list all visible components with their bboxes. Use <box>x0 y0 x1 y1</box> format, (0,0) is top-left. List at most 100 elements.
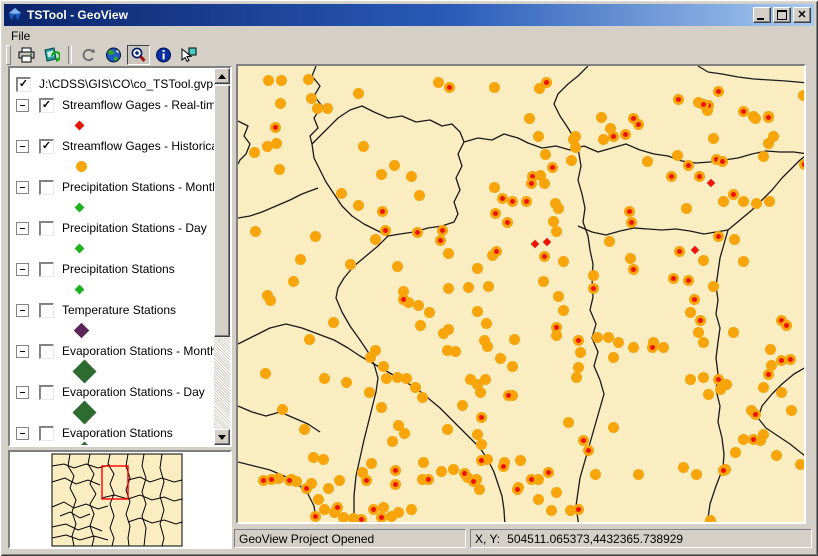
gage-historical-dot <box>447 463 459 475</box>
gage-realtime-dot <box>475 454 487 466</box>
realtime-center-dot <box>492 210 498 216</box>
toolbar-grip[interactable] <box>6 45 11 65</box>
realtime-center-dot <box>509 198 515 204</box>
layer-row: Evaporation Stations - Day <box>10 382 214 402</box>
gage-realtime-dot <box>265 473 277 485</box>
gage-historical-dot <box>749 112 761 124</box>
realtime-center-dot <box>370 506 376 512</box>
layer-label[interactable]: Evaporation Stations <box>62 426 173 440</box>
scroll-down-button[interactable] <box>214 429 230 445</box>
printer-icon <box>18 47 35 63</box>
map-canvas[interactable] <box>238 66 804 522</box>
gage-historical-dot <box>462 281 474 293</box>
gage-realtime-dot <box>389 478 401 490</box>
layer-checkbox[interactable] <box>39 261 54 277</box>
layer-label[interactable]: Precipitation Stations <box>62 262 175 276</box>
layer-checkbox[interactable] <box>39 220 54 236</box>
gage-historical-dot <box>589 468 601 480</box>
collapse-icon[interactable] <box>16 221 29 235</box>
realtime-center-dot <box>478 457 484 463</box>
minimize-button[interactable] <box>753 7 771 23</box>
zoom-to-extent-button[interactable] <box>102 45 125 65</box>
gage-historical-dot <box>603 235 615 247</box>
gage-historical-dot <box>471 262 483 274</box>
gage-realtime-dot <box>737 105 749 117</box>
gage-historical-dot <box>763 195 775 207</box>
gage-historical-dot <box>414 319 426 331</box>
project-label[interactable]: J:\CDSS\GIS\CO\co_TSTool.gvp <box>39 77 213 91</box>
gage-historical-dot <box>532 130 544 142</box>
gage-historical-dot <box>737 433 749 445</box>
layer-label[interactable]: Temperature Stations <box>62 303 176 317</box>
gage-historical-dot <box>311 102 323 114</box>
layer-label[interactable]: Precipitation Stations - Day <box>62 221 207 235</box>
collapse-icon[interactable] <box>16 262 29 276</box>
realtime-center-dot <box>439 227 445 233</box>
gage-historical-dot <box>352 199 364 211</box>
gage-historical-dot <box>775 386 787 398</box>
layer-checkbox[interactable]: ✓ <box>16 76 31 92</box>
collapse-icon[interactable] <box>16 385 29 399</box>
layer-checkbox[interactable]: ✓ <box>39 138 54 154</box>
menu-file[interactable]: File <box>4 27 37 45</box>
gage-realtime-dot <box>747 433 759 445</box>
collapse-icon[interactable] <box>16 180 29 194</box>
gage-realtime-dot <box>798 158 804 170</box>
maximize-button[interactable] <box>773 7 791 23</box>
layer-checkbox[interactable] <box>39 179 54 195</box>
save-button[interactable] <box>40 45 63 65</box>
gage-realtime-dot <box>490 245 502 257</box>
gage-historical-dot <box>307 451 319 463</box>
realtime-center-dot <box>668 173 674 179</box>
layer-checkbox[interactable] <box>39 343 54 359</box>
collapse-icon[interactable] <box>16 98 29 112</box>
select-mode-button[interactable] <box>177 45 200 65</box>
info-mode-button[interactable] <box>152 45 175 65</box>
pointer-select-icon <box>181 47 197 63</box>
layer-label[interactable]: Streamflow Gages - Historical <box>62 139 214 153</box>
refresh-icon <box>82 48 96 62</box>
collapse-icon[interactable] <box>16 426 29 440</box>
globe-icon <box>106 47 121 63</box>
realtime-center-dot <box>505 392 511 398</box>
status-message: GeoView Project Opened <box>234 529 466 548</box>
realtime-center-dot <box>312 513 318 519</box>
layer-row: Precipitation Stations - Month <box>10 177 214 197</box>
refresh-button[interactable] <box>77 45 100 65</box>
gage-historical-dot <box>770 449 782 461</box>
layer-checkbox[interactable] <box>39 384 54 400</box>
gage-historical-dot <box>562 416 574 428</box>
scrollbar-thumb[interactable] <box>214 85 230 337</box>
layer-label[interactable]: Evaporation Stations - Month <box>62 344 214 358</box>
layer-label[interactable]: Evaporation Stations - Day <box>62 385 205 399</box>
zoom-mode-button[interactable] <box>127 45 150 65</box>
close-button[interactable]: ✕ <box>793 7 811 23</box>
title-bar[interactable]: TSTool - GeoView ✕ <box>4 4 814 26</box>
layer-label[interactable]: Precipitation Stations - Month <box>62 180 214 194</box>
layer-symbol <box>74 120 85 131</box>
scroll-up-button[interactable] <box>214 68 230 84</box>
arrow-up-icon <box>218 73 226 79</box>
collapse-icon[interactable] <box>16 139 29 153</box>
print-button[interactable] <box>15 45 38 65</box>
realtime-center-dot <box>549 164 555 170</box>
tree-scrollbar[interactable] <box>214 68 230 445</box>
gage-realtime-dot <box>436 224 448 236</box>
toolbar-separator <box>68 46 72 64</box>
collapse-icon[interactable] <box>16 344 29 358</box>
layer-checkbox[interactable]: ✓ <box>39 97 54 113</box>
status-coordinates: X, Y: 504511.065373,4432365.738929 <box>470 529 812 548</box>
realtime-center-dot <box>478 414 484 420</box>
layer-checkbox[interactable] <box>39 425 54 441</box>
gage-historical-dot <box>386 435 398 447</box>
layer-checkbox[interactable] <box>39 302 54 318</box>
realtime-center-dot <box>719 158 725 164</box>
gage-historical-dot <box>400 372 412 384</box>
layer-label[interactable]: Streamflow Gages - Real-time <box>62 98 214 112</box>
collapse-icon[interactable] <box>16 303 29 317</box>
gage-realtime-dot <box>627 263 639 275</box>
gage-historical-dot <box>365 457 377 469</box>
gage-realtime-dot <box>546 161 558 173</box>
gage-historical-dot <box>671 149 683 161</box>
gage-historical-dot <box>413 189 425 201</box>
